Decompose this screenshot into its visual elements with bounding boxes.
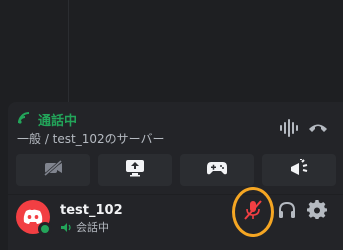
voice-channel-link[interactable]: 一般 / test_102のサーバー <box>17 130 165 147</box>
gear-icon <box>307 199 327 224</box>
mic-muted-icon <box>243 199 263 225</box>
substatus-label: 会話中 <box>76 221 109 234</box>
headset-icon <box>277 200 297 224</box>
username[interactable]: test_102 <box>60 203 123 218</box>
user-substatus: 会話中 <box>60 220 109 234</box>
deafen-button[interactable] <box>271 196 303 228</box>
channel-area-background <box>0 0 343 102</box>
soundboard-icon <box>289 159 309 181</box>
signal-icon <box>17 110 33 129</box>
screen-share-button[interactable] <box>98 154 172 186</box>
camera-off-icon <box>43 159 63 180</box>
divider <box>68 0 69 102</box>
activity-button[interactable] <box>180 154 254 186</box>
user-settings-button[interactable] <box>301 196 333 228</box>
speaker-icon <box>60 218 72 237</box>
voice-action-buttons <box>16 154 336 186</box>
activity-gamepad-icon <box>206 160 228 180</box>
user-bar: test_102 会話中 <box>8 187 343 250</box>
mute-button[interactable] <box>237 196 269 228</box>
online-status-indicator <box>38 222 52 236</box>
voice-status-row[interactable]: 通話中 <box>17 110 78 129</box>
panel-divider <box>8 194 343 195</box>
voice-status-label: 通話中 <box>38 113 78 129</box>
voice-user-panel: 通話中 一般 / test_102のサーバー test_102 会話中 <box>8 102 343 250</box>
voice-connection-header: 通話中 一般 / test_102のサーバー <box>8 102 343 150</box>
noise-suppression-icon[interactable] <box>276 116 300 140</box>
disconnect-icon[interactable] <box>306 116 330 140</box>
camera-toggle-button[interactable] <box>16 154 90 186</box>
soundboard-button[interactable] <box>262 154 336 186</box>
screen-share-icon <box>125 159 145 181</box>
